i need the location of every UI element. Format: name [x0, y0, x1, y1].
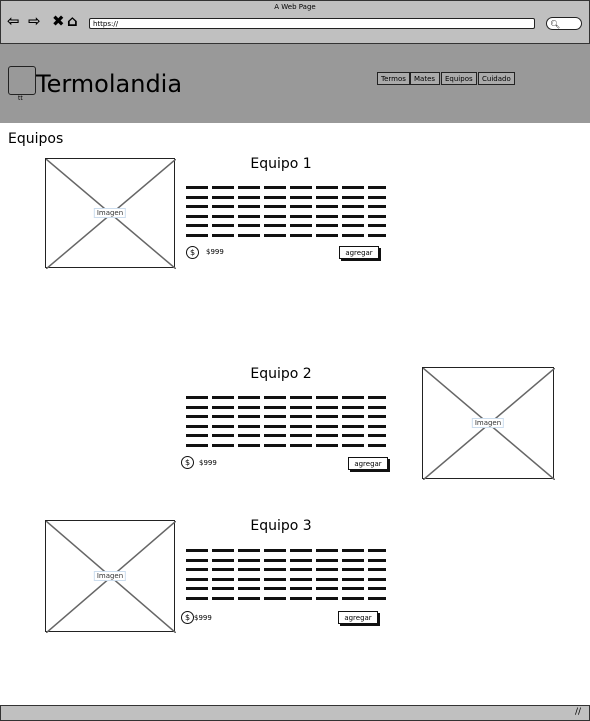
add-button[interactable]: agregar [338, 611, 378, 624]
product-description [186, 549, 386, 606]
close-icon[interactable]: ✖ [52, 12, 65, 30]
back-icon[interactable]: ⇦ [7, 12, 20, 30]
forward-icon[interactable]: ⇨ [28, 12, 41, 30]
url-input[interactable]: https:// [89, 18, 535, 29]
logo-caption: tt [18, 95, 23, 102]
product-image: Imagen [45, 520, 176, 633]
nav-equipos[interactable]: Equipos [441, 72, 477, 85]
brand-title: Termolandia [36, 70, 183, 98]
product-image: Imagen [45, 158, 176, 269]
window-title: A Web Page [274, 3, 316, 11]
image-label: Imagen [471, 418, 505, 428]
image-label: Imagen [93, 208, 127, 218]
image-label: Imagen [93, 571, 127, 581]
product-image: Imagen [422, 367, 555, 480]
nav-termos[interactable]: Termos [377, 72, 410, 85]
search-icon: 🔍︎ [550, 20, 561, 29]
search-input[interactable]: 🔍︎ [546, 17, 582, 30]
dollar-icon: $ [181, 456, 194, 469]
product-title: Equipo 2 [250, 366, 312, 382]
product-price: $999 [194, 614, 212, 622]
resize-grip-icon[interactable]: // [575, 707, 581, 717]
dollar-icon: $ [181, 611, 194, 624]
product-title: Equipo 3 [250, 518, 312, 534]
nav-cuidado[interactable]: Cuidado [478, 72, 515, 85]
add-button[interactable]: agregar [339, 246, 379, 259]
home-icon[interactable]: ⌂ [67, 12, 78, 30]
section-title: Equipos [8, 131, 64, 147]
add-button[interactable]: agregar [348, 457, 388, 470]
product-price: $999 [206, 248, 224, 256]
product-price: $999 [199, 459, 217, 467]
status-bar [0, 705, 590, 721]
nav-mates[interactable]: Mates [410, 72, 440, 85]
logo [8, 66, 36, 95]
product-description [186, 396, 386, 453]
product-title: Equipo 1 [250, 156, 312, 172]
product-description [186, 186, 386, 243]
dollar-icon: $ [186, 246, 199, 259]
